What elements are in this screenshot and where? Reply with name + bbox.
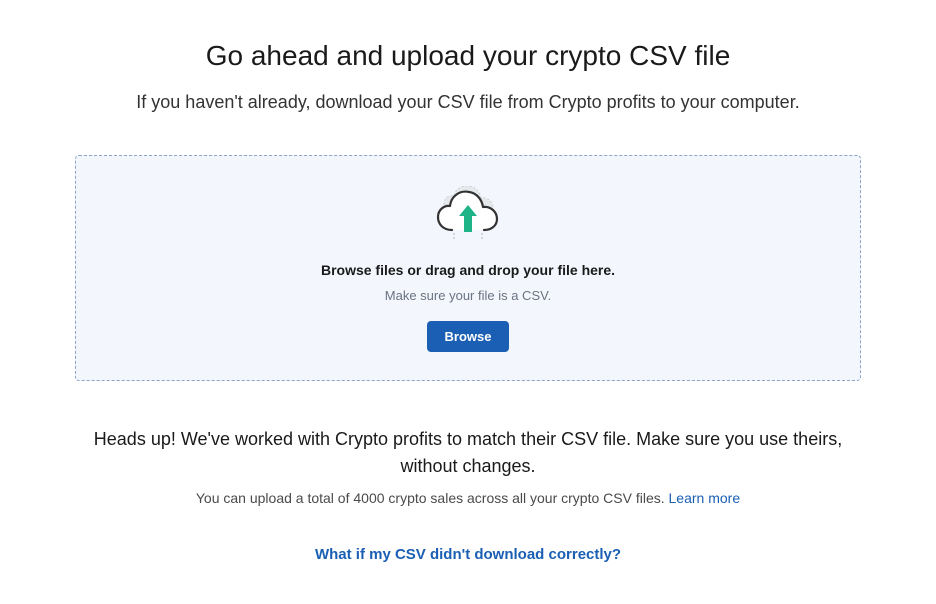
upload-page: Go ahead and upload your crypto CSV file… bbox=[0, 0, 936, 563]
upload-limit-text: You can upload a total of 4000 crypto sa… bbox=[70, 490, 866, 506]
limit-text-content: You can upload a total of 4000 crypto sa… bbox=[196, 490, 669, 506]
browse-button[interactable]: Browse bbox=[427, 321, 510, 352]
heads-up-text: Heads up! We've worked with Crypto profi… bbox=[70, 426, 866, 480]
file-dropzone[interactable]: Browse files or drag and drop your file … bbox=[75, 155, 861, 381]
page-title: Go ahead and upload your crypto CSV file bbox=[70, 40, 866, 72]
learn-more-link[interactable]: Learn more bbox=[669, 490, 741, 506]
csv-help-link[interactable]: What if my CSV didn't download correctly… bbox=[70, 546, 866, 563]
cloud-upload-icon bbox=[96, 186, 840, 244]
dropzone-hint: Make sure your file is a CSV. bbox=[96, 288, 840, 303]
dropzone-title: Browse files or drag and drop your file … bbox=[96, 262, 840, 278]
page-subtitle: If you haven't already, download your CS… bbox=[70, 90, 866, 115]
